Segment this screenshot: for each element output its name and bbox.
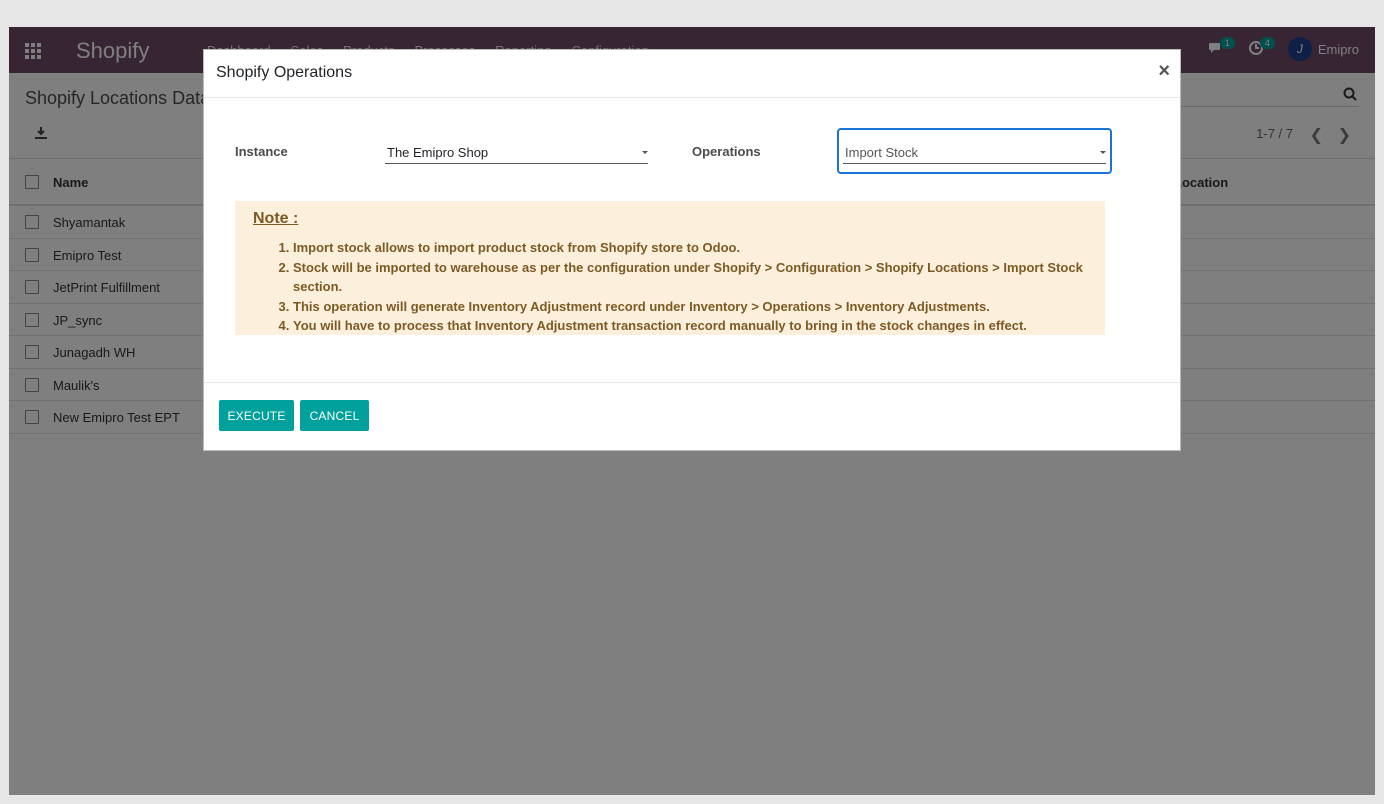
operations-label: Operations [692, 144, 761, 159]
dialog-footer: EXECUTE CANCEL [204, 382, 1180, 451]
execute-button[interactable]: EXECUTE [219, 400, 294, 431]
chevron-down-icon [1100, 151, 1106, 154]
dialog-title: Shopify Operations [216, 64, 353, 81]
cancel-button[interactable]: CANCEL [300, 400, 369, 431]
operations-focus-ring: Import Stock [837, 128, 1112, 174]
close-icon[interactable]: × [1158, 61, 1170, 81]
note-item: Stock will be imported to warehouse as p… [293, 258, 1105, 297]
chevron-down-icon [642, 151, 648, 154]
instance-value: The Emipro Shop [387, 145, 489, 160]
dialog-body: Instance The Emipro Shop Operations Impo… [204, 98, 1180, 382]
dialog-header: Shopify Operations × [204, 50, 1180, 98]
instance-label: Instance [235, 144, 288, 159]
operations-value: Import Stock [845, 145, 918, 160]
note-item: Import stock allows to import product st… [293, 238, 1105, 258]
instance-select[interactable]: The Emipro Shop [385, 142, 648, 164]
note-box: Note : Import stock allows to import pro… [235, 201, 1105, 335]
note-item: You will have to process that Inventory … [293, 316, 1105, 336]
note-item: This operation will generate Inventory A… [293, 297, 1105, 317]
operations-select[interactable]: Import Stock [843, 142, 1106, 164]
shopify-operations-dialog: Shopify Operations × Instance The Emipro… [203, 49, 1181, 451]
note-title: Note : [253, 210, 299, 227]
note-list: Import stock allows to import product st… [293, 238, 1105, 336]
